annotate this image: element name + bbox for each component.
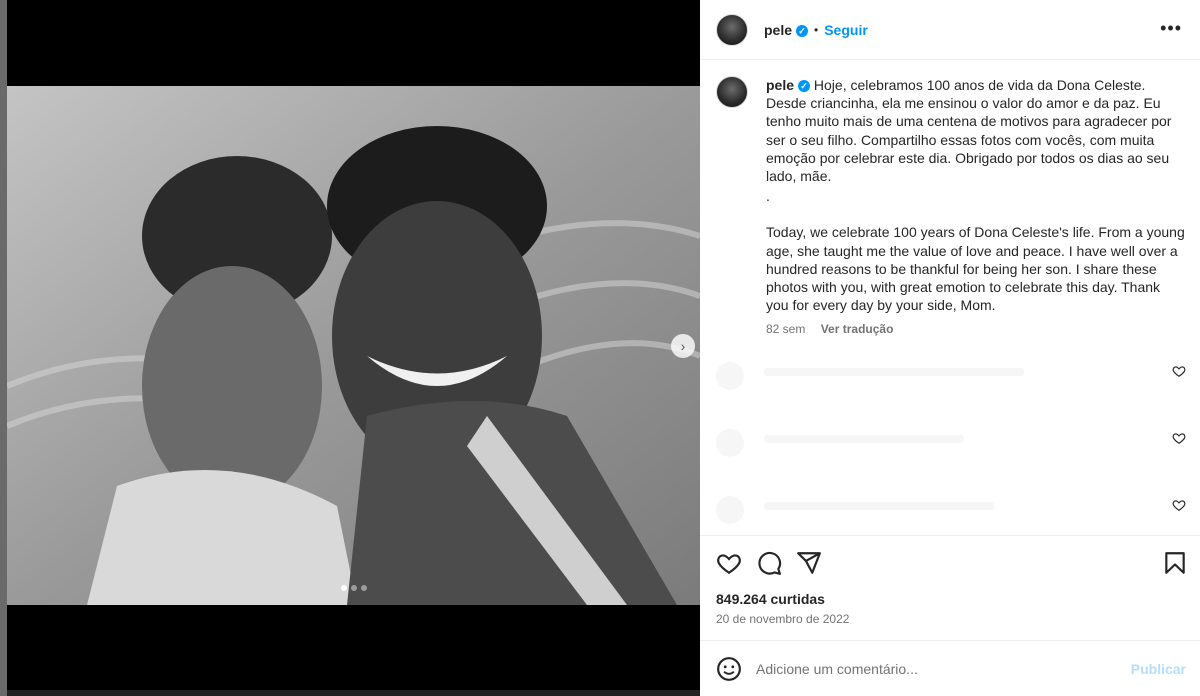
caption-text-pt: Hoje, celebramos 100 anos de vida da Don… — [766, 77, 1172, 185]
follow-button[interactable]: Seguir — [824, 22, 868, 38]
caption-divider: . — [766, 188, 770, 205]
caption-username[interactable]: pele ✓ — [766, 77, 811, 93]
username-link[interactable]: pele ✓ — [764, 21, 809, 38]
post-actions — [700, 535, 1200, 595]
window-bottom-edge — [7, 690, 700, 696]
heart-icon[interactable] — [1172, 498, 1186, 512]
post-age: 82 sem — [766, 322, 806, 337]
like-count[interactable]: 849.264 curtidas — [716, 591, 825, 607]
post-photo — [7, 86, 700, 605]
comment-icon[interactable] — [756, 550, 782, 576]
comment-input[interactable] — [756, 660, 1116, 677]
share-icon[interactable] — [796, 550, 822, 576]
window-edge — [0, 0, 7, 696]
chevron-right-icon: › — [680, 338, 686, 354]
username-text: pele — [766, 77, 795, 93]
publish-button[interactable]: Publicar — [1131, 661, 1186, 677]
post-media: › — [7, 0, 700, 696]
heart-icon[interactable] — [1172, 364, 1186, 378]
comment-avatar — [716, 362, 744, 390]
emoji-icon[interactable] — [716, 656, 742, 682]
caption-body: pele ✓ Hoje, celebramos 100 anos de vida … — [766, 76, 1186, 339]
comment-item — [716, 423, 1186, 463]
caption: pele ✓ Hoje, celebramos 100 anos de vida … — [716, 76, 1186, 339]
comment-text-placeholder — [764, 368, 1024, 376]
verified-icon: ✓ — [796, 24, 809, 37]
comment-avatar — [716, 429, 744, 457]
post-side-panel: pele ✓ • Seguir ••• pele ✓ Hoje, celebramo… — [700, 0, 1200, 696]
carousel-dot — [351, 585, 357, 591]
comment-item — [716, 490, 1186, 530]
separator-dot: • — [814, 22, 819, 37]
add-comment-bar: Publicar — [700, 640, 1200, 696]
caption-text-en: Today, we celebrate 100 years of Dona Ce… — [766, 224, 1185, 314]
avatar[interactable] — [716, 76, 748, 108]
avatar[interactable] — [716, 13, 748, 46]
caption-meta: 82 sem Ver tradução — [766, 320, 1186, 338]
comment-avatar — [716, 496, 744, 524]
heart-icon[interactable] — [716, 550, 742, 576]
bookmark-icon[interactable] — [1162, 550, 1188, 576]
carousel-indicator — [341, 585, 367, 591]
comment-text-placeholder — [764, 502, 994, 510]
post-date: 20 de novembro de 2022 — [716, 612, 850, 626]
next-photo-button[interactable]: › — [671, 334, 695, 358]
more-options-icon[interactable]: ••• — [1160, 18, 1182, 39]
comment-item — [716, 356, 1186, 396]
photo-illustration — [7, 86, 700, 605]
comment-text-placeholder — [764, 435, 964, 443]
see-translation-link[interactable]: Ver tradução — [821, 322, 894, 336]
carousel-dot — [361, 585, 367, 591]
carousel-dot — [341, 585, 347, 591]
post-header: pele ✓ • Seguir ••• — [700, 0, 1200, 60]
verified-icon: ✓ — [798, 80, 811, 92]
heart-icon[interactable] — [1172, 431, 1186, 445]
username-text: pele — [764, 21, 793, 38]
